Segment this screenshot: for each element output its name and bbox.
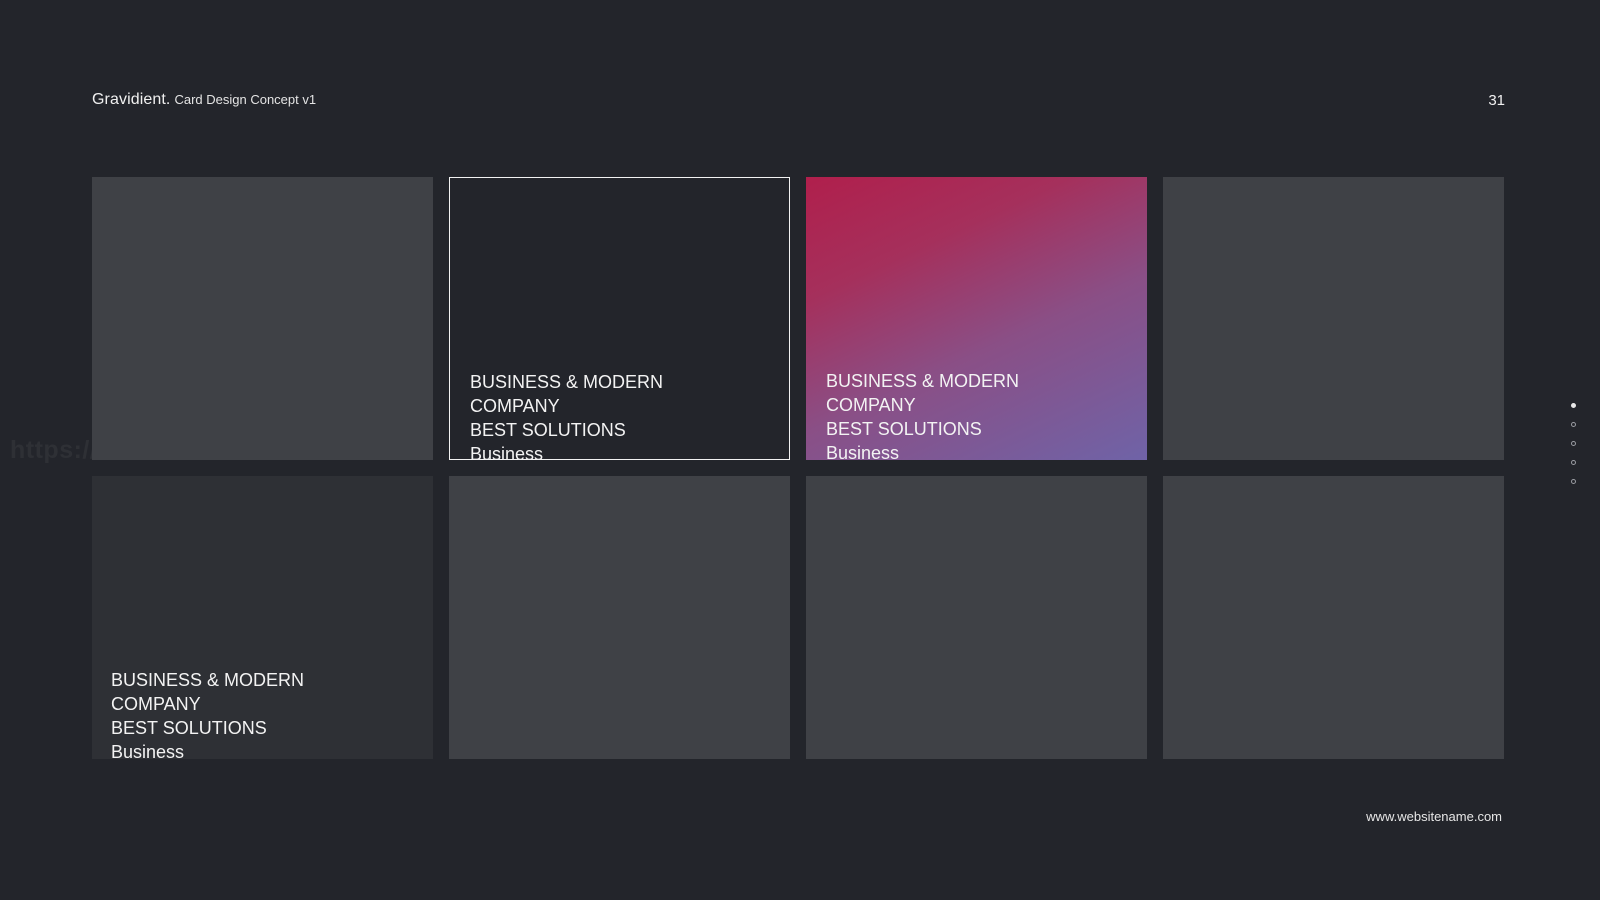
card-1[interactable] [92, 177, 433, 460]
card-heading-line-1: BUSINESS & MODERN [470, 372, 664, 392]
card-heading-line-2: COMPANY [470, 396, 560, 416]
card-heading-line-1: BUSINESS & MODERN [111, 670, 305, 690]
slide-header: Gravidient. Card Design Concept v1 [92, 91, 316, 109]
card-8[interactable] [1163, 476, 1504, 759]
card-heading-line-2: COMPANY [111, 694, 201, 714]
card-text: BUSINESS & MODERN COMPANY BEST SOLUTIONS… [826, 369, 1019, 460]
slide-pagination [1571, 403, 1576, 484]
card-4[interactable] [1163, 177, 1504, 460]
card-text: BUSINESS & MODERN COMPANY BEST SOLUTIONS… [470, 370, 664, 460]
card-heading-line-3: BEST SOLUTIONS [826, 419, 982, 439]
pagination-dot-1-active[interactable] [1571, 403, 1576, 408]
card-5-dark[interactable]: BUSINESS & MODERN COMPANY BEST SOLUTIONS… [92, 476, 433, 759]
card-heading-line-4: Business [111, 742, 185, 759]
card-heading-line-2: COMPANY [826, 395, 916, 415]
pagination-dot-4[interactable] [1571, 460, 1576, 465]
card-heading-line-3: BEST SOLUTIONS [111, 718, 267, 738]
card-heading-line-4: Business [826, 443, 900, 460]
card-2-outlined[interactable]: BUSINESS & MODERN COMPANY BEST SOLUTIONS… [449, 177, 790, 460]
card-heading-line-3: BEST SOLUTIONS [470, 420, 626, 440]
card-6[interactable] [449, 476, 790, 759]
footer-website-url: www.websitename.com [1366, 809, 1502, 824]
card-3-gradient[interactable]: BUSINESS & MODERN COMPANY BEST SOLUTIONS… [806, 177, 1147, 460]
card-heading-line-4: Business [470, 444, 544, 460]
card-7[interactable] [806, 476, 1147, 759]
page-number: 31 [1488, 92, 1505, 109]
card-heading-line-1: BUSINESS & MODERN [826, 371, 1020, 391]
pagination-dot-2[interactable] [1571, 422, 1576, 427]
pagination-dot-3[interactable] [1571, 441, 1576, 446]
card-grid: BUSINESS & MODERN COMPANY BEST SOLUTIONS… [92, 177, 1507, 759]
pagination-dot-5[interactable] [1571, 479, 1576, 484]
slide-subtitle: Card Design Concept v1 [174, 92, 317, 107]
brand-name: Gravidient. [92, 91, 171, 108]
card-text: BUSINESS & MODERN COMPANY BEST SOLUTIONS… [111, 668, 304, 759]
watermark-text: https:// [10, 436, 98, 464]
